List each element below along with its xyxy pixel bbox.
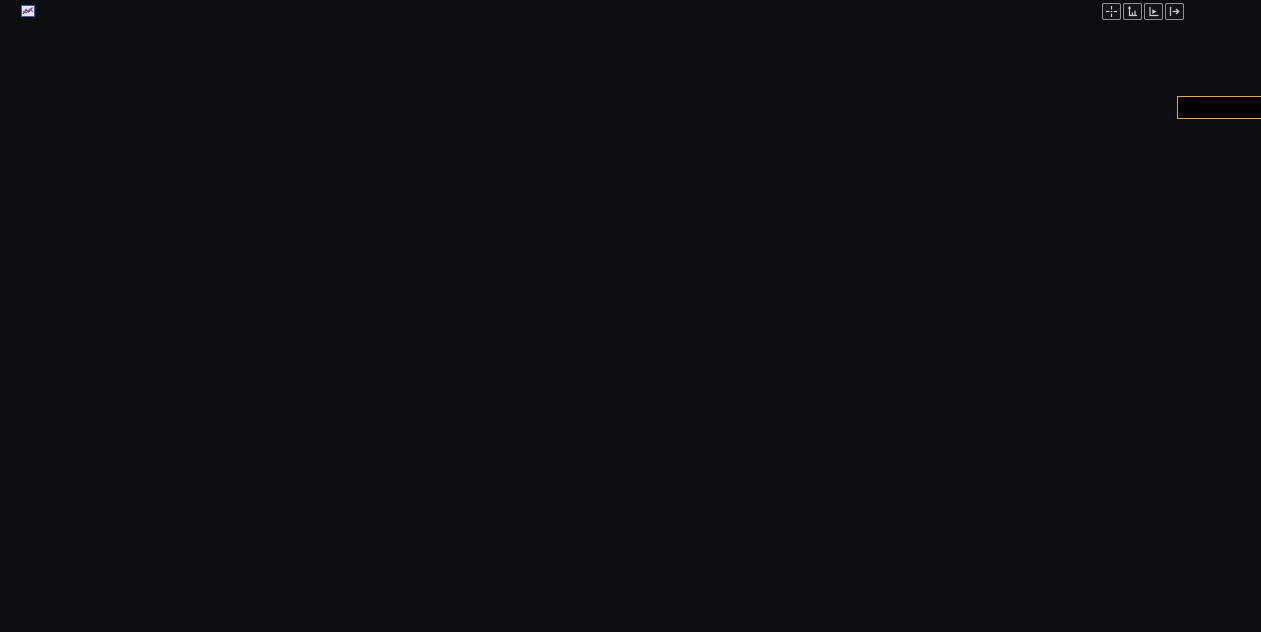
chart-toolbar [1102,3,1184,20]
axis-scale-up-icon[interactable] [1123,3,1142,20]
candlestick-chart[interactable] [0,0,1261,632]
current-price-label [1177,96,1261,119]
chart-app [0,0,1261,632]
pan-right-icon[interactable] [1165,3,1184,20]
axis-scale-play-icon[interactable] [1144,3,1163,20]
line-chart-icon[interactable] [21,5,35,20]
crosshair-icon[interactable] [1102,3,1121,20]
chart-header [0,0,1261,24]
